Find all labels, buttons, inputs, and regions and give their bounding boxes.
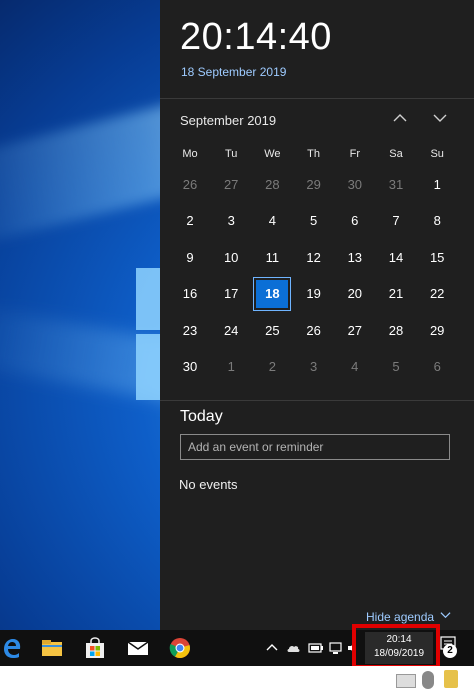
calendar-day[interactable]: 9 bbox=[170, 241, 210, 275]
edge-icon[interactable] bbox=[0, 636, 24, 660]
chrome-icon[interactable] bbox=[168, 636, 192, 660]
tray-window-icon bbox=[396, 674, 416, 688]
calendar-day[interactable]: 24 bbox=[211, 314, 251, 348]
calendar-day[interactable]: 28 bbox=[252, 168, 292, 202]
calendar-day[interactable]: 5 bbox=[294, 204, 334, 238]
clock-highlight-annotation bbox=[352, 624, 440, 669]
calendar-day[interactable]: 16 bbox=[170, 277, 210, 311]
calendar-day[interactable]: 6 bbox=[335, 204, 375, 238]
calendar-day[interactable]: 11 bbox=[252, 241, 292, 275]
calendar-day[interactable]: 7 bbox=[376, 204, 416, 238]
calendar-day[interactable]: 23 bbox=[170, 314, 210, 348]
hide-agenda-button[interactable]: Hide agenda bbox=[366, 610, 434, 624]
chevron-up-icon bbox=[393, 114, 407, 122]
calendar-day[interactable]: 10 bbox=[211, 241, 251, 275]
weekday-label: Su bbox=[430, 148, 444, 160]
wallpaper-windows-logo bbox=[136, 334, 160, 400]
calendar-day[interactable]: 4 bbox=[335, 350, 375, 384]
calendar-day-today[interactable]: 18 bbox=[254, 278, 291, 311]
next-month-button[interactable] bbox=[428, 110, 452, 130]
calendar-day[interactable]: 14 bbox=[376, 241, 416, 275]
weekday-label: Th bbox=[307, 148, 321, 160]
calendar-day[interactable]: 1 bbox=[211, 350, 251, 384]
calendar-day[interactable]: 20 bbox=[335, 277, 375, 311]
calendar-day[interactable]: 13 bbox=[335, 241, 375, 275]
calendar-day[interactable]: 29 bbox=[417, 314, 457, 348]
file-explorer-icon[interactable] bbox=[40, 636, 64, 660]
add-event-input[interactable] bbox=[180, 434, 450, 460]
calendar-day[interactable]: 19 bbox=[294, 277, 334, 311]
calendar-day[interactable]: 2 bbox=[170, 204, 210, 238]
calendar-day[interactable]: 26 bbox=[294, 314, 334, 348]
calendar-day[interactable]: 27 bbox=[335, 314, 375, 348]
chevron-down-icon bbox=[433, 114, 447, 122]
calendar-day[interactable]: 31 bbox=[376, 168, 416, 202]
chevron-down-icon bbox=[440, 609, 451, 623]
calendar-day[interactable]: 4 bbox=[252, 204, 292, 238]
calendar-day[interactable]: 8 bbox=[417, 204, 457, 238]
calendar-day[interactable]: 29 bbox=[294, 168, 334, 202]
calendar-day[interactable]: 30 bbox=[170, 350, 210, 384]
mail-icon[interactable] bbox=[126, 636, 150, 660]
agenda-heading: Today bbox=[180, 408, 223, 425]
calendar-day[interactable]: 6 bbox=[417, 350, 457, 384]
calendar-day[interactable]: 3 bbox=[211, 204, 251, 238]
calendar-day[interactable]: 30 bbox=[335, 168, 375, 202]
calendar-day[interactable]: 28 bbox=[376, 314, 416, 348]
notification-count-badge: 2 bbox=[443, 644, 457, 658]
onedrive-icon[interactable] bbox=[286, 640, 302, 656]
clock-calendar-flyout: 20:14:40 18 September 2019 September 201… bbox=[160, 0, 474, 630]
calendar-day[interactable]: 2 bbox=[252, 350, 292, 384]
weekday-label: Tu bbox=[224, 148, 238, 160]
calendar-day[interactable]: 1 bbox=[417, 168, 457, 202]
calendar-month-label[interactable]: September 2019 bbox=[180, 113, 276, 128]
calendar-day[interactable]: 26 bbox=[170, 168, 210, 202]
wallpaper-windows-logo bbox=[136, 268, 160, 330]
calendar-day[interactable]: 25 bbox=[252, 314, 292, 348]
battery-icon[interactable] bbox=[308, 640, 324, 656]
weekday-label: Fr bbox=[349, 148, 360, 160]
current-date-link[interactable]: 18 September 2019 bbox=[181, 65, 286, 79]
calendar-day[interactable]: 12 bbox=[294, 241, 334, 275]
store-icon[interactable] bbox=[83, 636, 107, 660]
no-events-text: No events bbox=[179, 477, 238, 492]
calendar-day[interactable]: 17 bbox=[211, 277, 251, 311]
previous-month-button[interactable] bbox=[388, 110, 412, 130]
clock-header: 20:14:40 18 September 2019 bbox=[160, 0, 474, 99]
divider bbox=[160, 400, 474, 401]
weekday-header-row: Mo Tu We Th Fr Sa Su bbox=[170, 148, 470, 162]
calendar-day[interactable]: 27 bbox=[211, 168, 251, 202]
calendar-day[interactable]: 5 bbox=[376, 350, 416, 384]
current-time: 20:14:40 bbox=[180, 16, 332, 58]
calendar-day-grid: 26 27 28 29 30 31 1 2 3 4 5 6 7 8 9 10 11 12 13 14 15 16 17 18 1… bbox=[170, 168, 470, 388]
weekday-label: We bbox=[264, 148, 281, 160]
calendar-day[interactable]: 15 bbox=[417, 241, 457, 275]
calendar-day[interactable]: 3 bbox=[294, 350, 334, 384]
show-hidden-icons-chevron[interactable] bbox=[264, 640, 280, 656]
network-icon[interactable] bbox=[328, 640, 344, 656]
weekday-label: Mo bbox=[182, 148, 198, 160]
bottom-strip bbox=[0, 666, 474, 694]
lock-icon bbox=[444, 670, 458, 688]
calendar-day[interactable]: 21 bbox=[376, 277, 416, 311]
weekday-label: Sa bbox=[389, 148, 403, 160]
calendar-day[interactable]: 22 bbox=[417, 277, 457, 311]
paperclip-icon bbox=[422, 671, 434, 689]
